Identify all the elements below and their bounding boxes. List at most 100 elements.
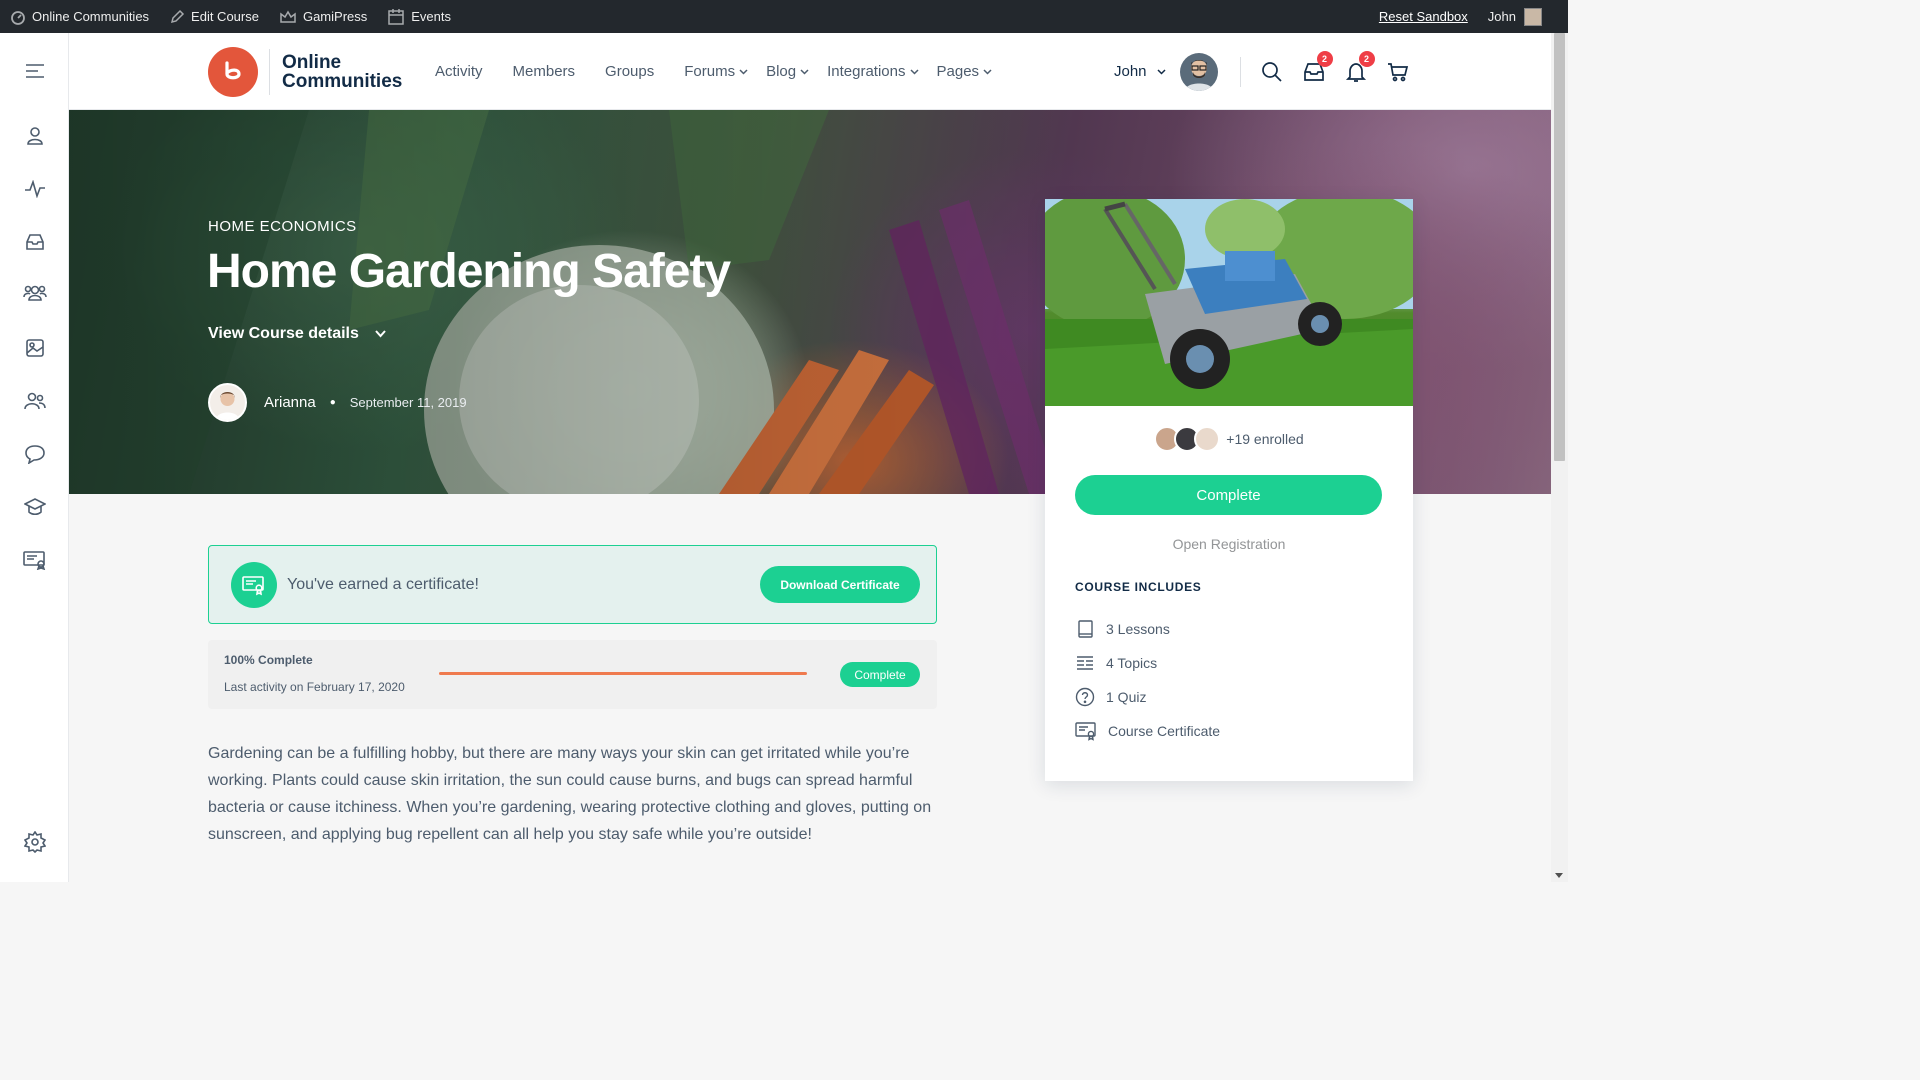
nav-integrations-label: Integrations bbox=[827, 63, 906, 80]
chevron-down-icon bbox=[909, 68, 919, 75]
view-course-details-toggle[interactable]: View Course details bbox=[208, 325, 386, 343]
certificate-message: You've earned a certificate! bbox=[287, 576, 479, 593]
adminbar-edit-label: Edit Course bbox=[191, 9, 259, 24]
cart-icon[interactable] bbox=[1387, 61, 1409, 83]
notifications-badge: 2 bbox=[1358, 50, 1375, 67]
complete-course-button[interactable]: Complete bbox=[1075, 475, 1382, 515]
avatar[interactable] bbox=[1179, 52, 1218, 91]
adminbar-gamipress[interactable]: GamiPress bbox=[269, 0, 377, 33]
nav-blog-label: Blog bbox=[766, 63, 797, 80]
adminbar-site-label: Online Communities bbox=[32, 9, 150, 24]
author-avatar[interactable] bbox=[208, 383, 247, 422]
nav-groups-label: Groups bbox=[605, 63, 655, 80]
calendar-icon bbox=[388, 8, 405, 25]
download-certificate-button[interactable]: Download Certificate bbox=[760, 566, 920, 603]
chevron-down-icon bbox=[739, 68, 748, 75]
includes-certificate-label: Course Certificate bbox=[1108, 723, 1221, 739]
user-name: John bbox=[1114, 63, 1147, 80]
course-featured-image bbox=[1045, 199, 1413, 406]
certificate-banner: You've earned a certificate! Download Ce… bbox=[208, 545, 937, 624]
adminbar-gamipress-label: GamiPress bbox=[302, 9, 368, 24]
includes-item-topics: 4 Topics bbox=[1075, 646, 1220, 680]
nav-pages-label: Pages bbox=[936, 63, 980, 80]
course-includes-title: COURSE INCLUDES bbox=[1075, 580, 1202, 594]
enrolled-students[interactable]: +19 enrolled bbox=[1045, 426, 1413, 452]
list-icon bbox=[1077, 656, 1093, 670]
last-activity: Last activity on February 17, 2020 bbox=[224, 680, 405, 694]
certificates-icon[interactable] bbox=[22, 547, 48, 573]
activity-icon[interactable] bbox=[22, 176, 48, 202]
user-menu[interactable]: John bbox=[1114, 63, 1166, 80]
crown-icon bbox=[280, 10, 296, 23]
site-header: Online Communities Activity Members Grou… bbox=[69, 33, 1551, 110]
inbox-icon[interactable] bbox=[22, 229, 48, 255]
nav-activity[interactable]: Activity bbox=[435, 63, 483, 80]
adminbar-events[interactable]: Events bbox=[377, 0, 461, 33]
nav-forums[interactable]: Forums bbox=[684, 63, 748, 80]
includes-quiz-label: 1 Quiz bbox=[1106, 689, 1147, 705]
nav-integrations[interactable]: Integrations bbox=[827, 63, 919, 80]
photos-icon[interactable] bbox=[22, 335, 48, 361]
includes-item-lessons: 3 Lessons bbox=[1075, 612, 1220, 646]
book-icon bbox=[1078, 620, 1093, 638]
nav-members-label: Members bbox=[512, 63, 576, 80]
adminbar-user-name[interactable]: John bbox=[1488, 9, 1516, 24]
course-author: Arianna ● September 11, 2019 bbox=[208, 383, 467, 422]
settings-icon[interactable] bbox=[22, 829, 48, 855]
dashboard-icon bbox=[11, 10, 25, 25]
courses-icon[interactable] bbox=[22, 494, 48, 520]
chevron-down-icon bbox=[375, 330, 386, 338]
messages-badge: 2 bbox=[1316, 50, 1333, 67]
course-sidebar-card: +19 enrolled Complete Open Registration … bbox=[1045, 199, 1413, 781]
meta-separator: ● bbox=[329, 397, 336, 408]
site-logo-text[interactable]: Online Communities bbox=[282, 53, 402, 91]
status-badge: Complete bbox=[840, 662, 920, 687]
nav-blog[interactable]: Blog bbox=[766, 63, 809, 80]
left-sidebar bbox=[0, 33, 69, 882]
logo-icon[interactable] bbox=[208, 47, 258, 97]
author-name[interactable]: Arianna bbox=[264, 394, 316, 411]
view-course-details-label: View Course details bbox=[208, 325, 359, 342]
chevron-down-icon bbox=[1157, 68, 1166, 75]
primary-nav: Activity Members Groups Forums Blog Inte… bbox=[435, 33, 1010, 110]
nav-groups[interactable]: Groups bbox=[605, 63, 654, 80]
adminbar-avatar[interactable] bbox=[1524, 7, 1542, 26]
enrolled-avatar bbox=[1194, 426, 1221, 452]
includes-item-quiz: 1 Quiz bbox=[1075, 680, 1220, 714]
adminbar-events-label: Events bbox=[411, 9, 452, 24]
nav-pages[interactable]: Pages bbox=[937, 63, 993, 80]
course-title: Home Gardening Safety bbox=[207, 245, 731, 298]
scrollbar-thumb[interactable] bbox=[1554, 33, 1565, 461]
course-category[interactable]: HOME ECONOMICS bbox=[208, 218, 357, 235]
course-description: Gardening can be a fulfilling hobby, but… bbox=[208, 745, 932, 843]
course-includes-list: 3 Lessons 4 Topics 1 Quiz Course Certifi… bbox=[1075, 612, 1220, 748]
progress-bar-fill bbox=[439, 672, 807, 675]
bell-icon[interactable]: 2 bbox=[1345, 50, 1375, 83]
menu-toggle-icon[interactable] bbox=[22, 58, 48, 84]
forums-icon[interactable] bbox=[22, 441, 48, 467]
search-icon[interactable] bbox=[1261, 61, 1283, 83]
nav-members[interactable]: Members bbox=[513, 63, 576, 80]
reset-sandbox-link[interactable]: Reset Sandbox bbox=[1379, 9, 1468, 24]
logo-divider bbox=[269, 49, 270, 95]
progress-bar bbox=[439, 672, 807, 675]
question-icon bbox=[1075, 687, 1095, 707]
scroll-down-icon[interactable] bbox=[1555, 873, 1563, 878]
adminbar-edit-course[interactable]: Edit Course bbox=[159, 0, 269, 33]
groups-icon[interactable] bbox=[22, 280, 48, 306]
course-date: September 11, 2019 bbox=[349, 395, 467, 410]
certificate-icon bbox=[1075, 722, 1096, 741]
chevron-down-icon bbox=[983, 68, 992, 75]
adminbar-site-link[interactable]: Online Communities bbox=[0, 0, 159, 33]
admin-bar: Online Communities Edit Course GamiPress… bbox=[0, 0, 1568, 33]
includes-topics-label: 4 Topics bbox=[1106, 655, 1158, 671]
profile-icon[interactable] bbox=[22, 123, 48, 149]
course-progress: 100% Complete Last activity on February … bbox=[208, 640, 937, 709]
header-separator bbox=[1239, 56, 1241, 87]
nav-forums-label: Forums bbox=[684, 63, 736, 80]
members-icon[interactable] bbox=[22, 388, 48, 414]
page-scrollbar[interactable] bbox=[1551, 33, 1568, 882]
chevron-down-icon bbox=[800, 68, 809, 75]
messages-icon[interactable]: 2 bbox=[1303, 50, 1333, 83]
logo-line-1: Online bbox=[282, 52, 342, 73]
